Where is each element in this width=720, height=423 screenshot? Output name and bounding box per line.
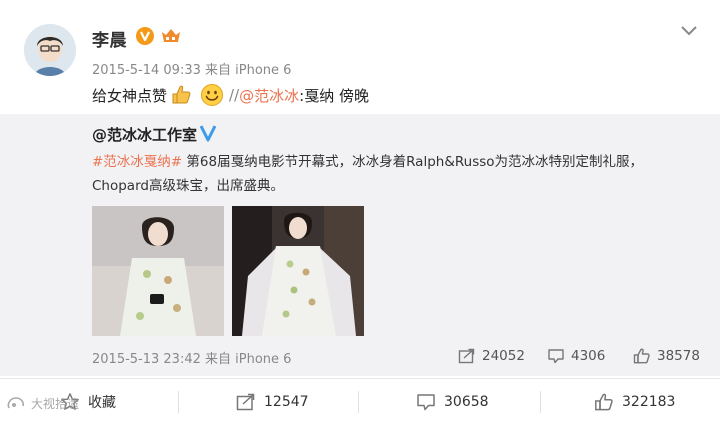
divider: [540, 391, 541, 413]
author-avatar[interactable]: [24, 24, 76, 76]
forward-icon: [458, 348, 475, 364]
comment-button[interactable]: 30658: [416, 391, 489, 413]
watermark-text: 大视拾遗: [31, 397, 80, 411]
verified-v-icon: [199, 124, 217, 142]
forward-icon: [236, 393, 255, 411]
weibo-post-card: 李晨 2015-5-14 09:33 来自 iPhone 6 给女神点赞 // …: [0, 0, 720, 423]
repost-timestamp-source: 2015-5-13 23:42 来自 iPhone 6: [92, 352, 292, 367]
post-timestamp-source: 2015-5-14 09:33 来自 iPhone 6: [92, 63, 292, 78]
smile-emoji-icon: [200, 83, 224, 107]
repost-author-link[interactable]: @范冰冰工作室: [92, 124, 197, 145]
divider: [358, 391, 359, 413]
photo-thumbnail[interactable]: [92, 206, 224, 336]
comment-icon: [548, 349, 564, 364]
divider: [178, 391, 179, 413]
favorite-label: 收藏: [88, 395, 116, 411]
repost-comment-count[interactable]: 4306: [547, 346, 605, 366]
chevron-down-icon[interactable]: [680, 22, 698, 36]
vip-v-badge-icon: [136, 27, 154, 45]
reposted-weibo[interactable]: @范冰冰工作室 #范冰冰戛纳# 第68届戛纳电影节开幕式，冰冰身着Ralph&R…: [0, 114, 720, 376]
like-icon: [595, 393, 613, 411]
member-badge-icon: [160, 26, 182, 46]
photo-thumbnail[interactable]: [232, 206, 364, 336]
comment-count: 30658: [444, 394, 489, 410]
post-text-start: 给女神点赞: [92, 86, 168, 105]
forward-count: 12547: [264, 394, 309, 410]
post-text: 给女神点赞 // @范冰冰 :戛纳 傍晚: [92, 82, 369, 108]
post-text-end: :戛纳 傍晚: [299, 86, 369, 105]
like-icon: [633, 348, 650, 364]
watermark: 大视拾遗: [6, 395, 79, 412]
repost-forward-count[interactable]: 24052: [458, 346, 525, 366]
watermark-logo-icon: [7, 396, 24, 408]
like-count: 322183: [622, 394, 676, 410]
action-bar: 收藏 12547 30658 322183: [0, 378, 720, 423]
forward-button[interactable]: 12547: [236, 391, 309, 413]
repost-like-count[interactable]: 38578: [633, 346, 700, 366]
repost-text: #范冰冰戛纳# 第68届戛纳电影节开幕式，冰冰身着Ralph&Russo为范冰冰…: [92, 150, 692, 198]
mention-link[interactable]: @范冰冰: [239, 85, 299, 106]
repost-divider: //: [229, 86, 240, 104]
comment-icon: [417, 394, 435, 411]
like-button[interactable]: 322183: [594, 391, 675, 413]
author-name[interactable]: 李晨: [92, 26, 127, 51]
hashtag-link[interactable]: #范冰冰戛纳#: [92, 154, 182, 170]
thumbs-up-emoji-icon: [170, 83, 194, 107]
